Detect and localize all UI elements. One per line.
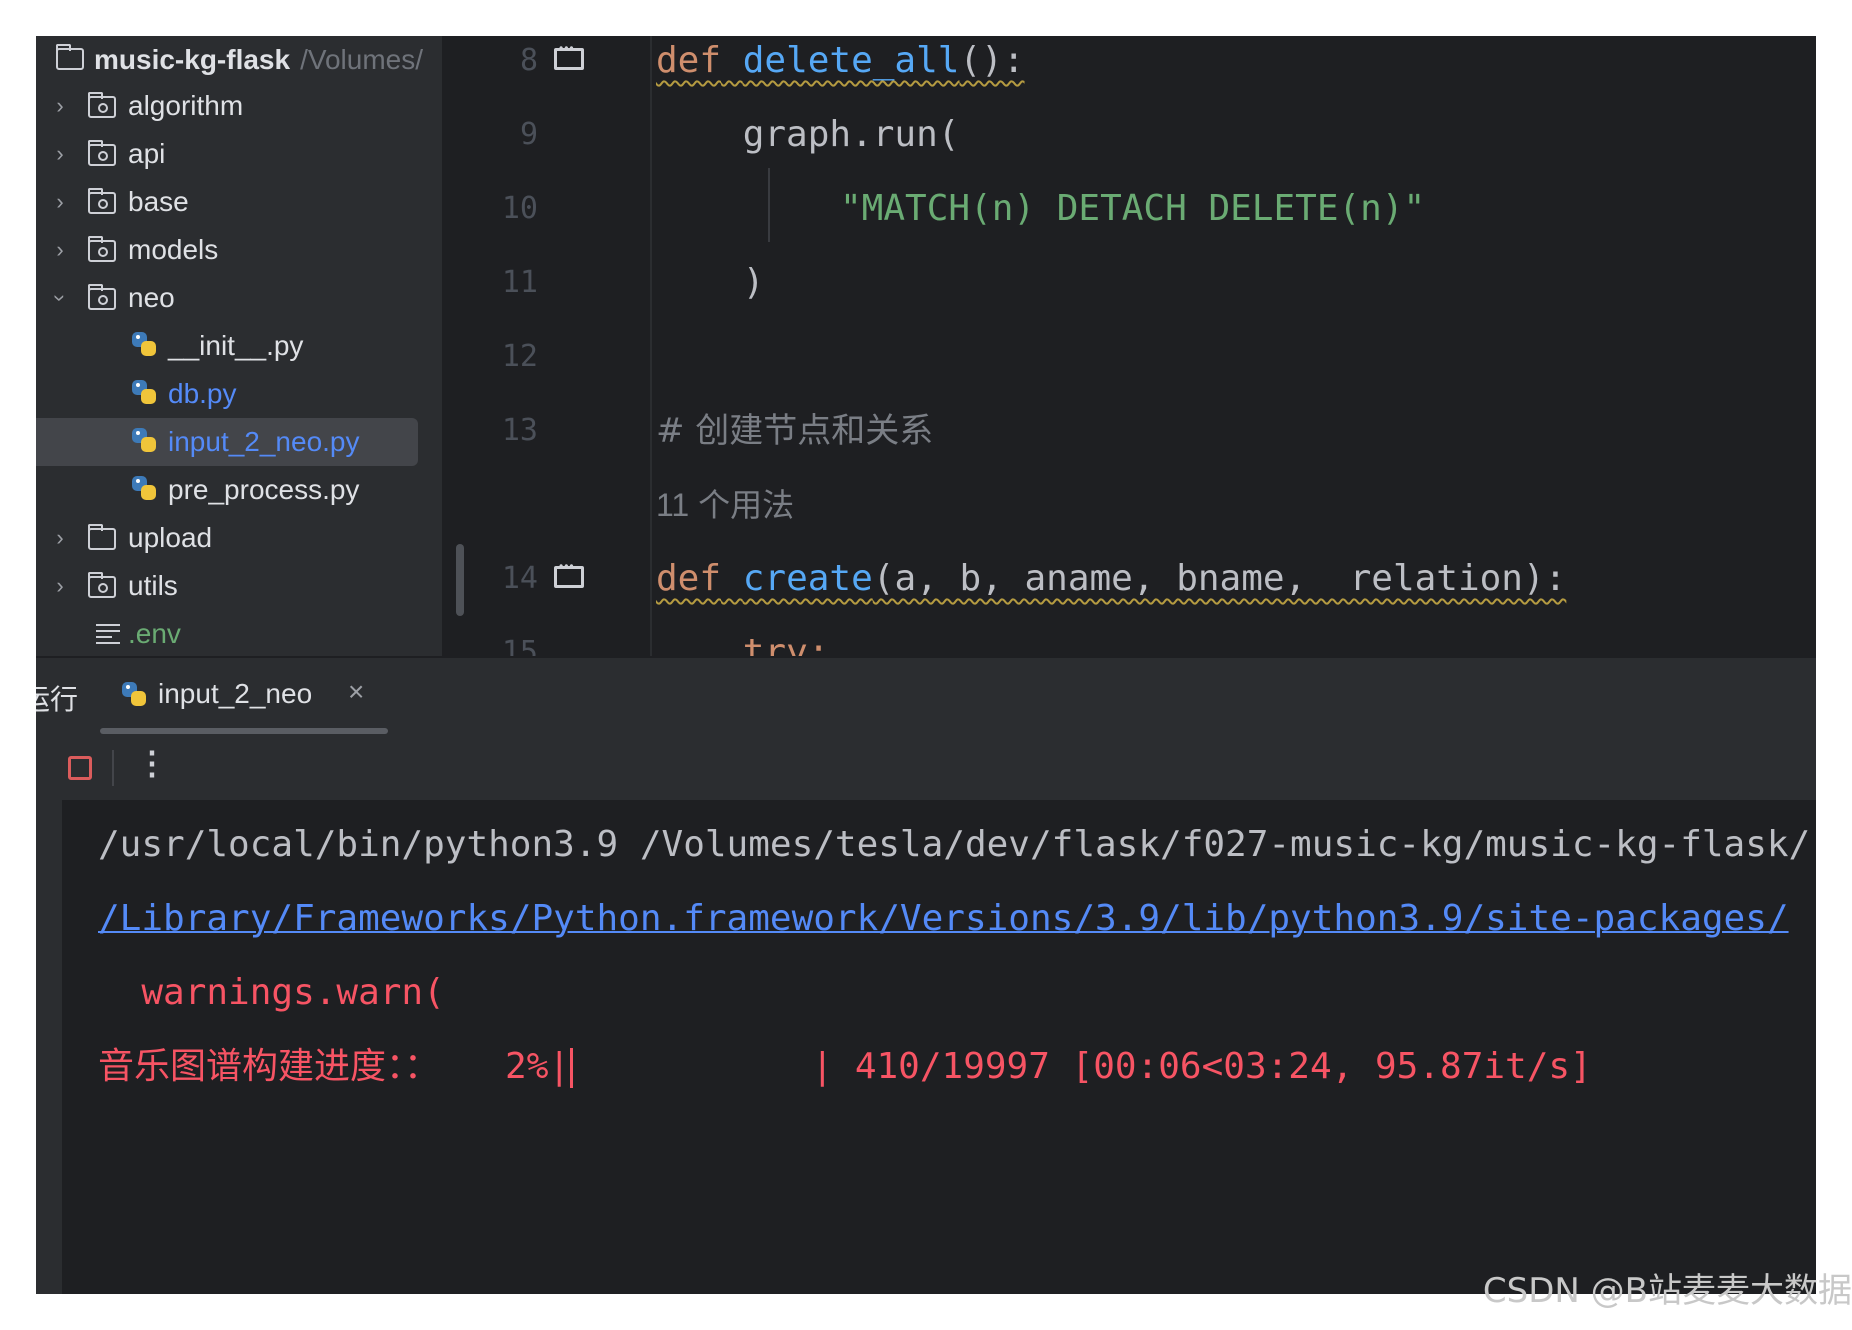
package-folder-icon <box>88 140 116 166</box>
tree-item-label: api <box>128 138 166 169</box>
run-tool-window-header: 运行 input_2_neo × <box>36 656 1816 738</box>
tree-item-neo[interactable]: › neo <box>36 274 442 322</box>
tree-item-label: algorithm <box>128 90 244 121</box>
package-folder-icon <box>88 572 116 598</box>
line-number: 10 <box>501 191 538 226</box>
tree-item-label: base <box>128 186 189 217</box>
tree-item-api[interactable]: › api <box>36 130 442 178</box>
python-file-icon <box>132 332 158 358</box>
console-line-progress: 音乐图谱构建进度：： 2%| | 410/19997 [00:06<03:24,… <box>98 1030 1592 1104</box>
project-root-name: music-kg-flask <box>94 44 291 75</box>
tree-item-models[interactable]: › models <box>36 226 442 274</box>
tree-item-label: neo <box>128 282 175 313</box>
line-number: 12 <box>501 339 538 374</box>
project-root[interactable]: music-kg-flask/Volumes/ <box>36 36 442 84</box>
tree-item-pre-process-py[interactable]: pre_process.py <box>36 466 442 514</box>
chevron-right-icon[interactable]: › <box>48 93 72 119</box>
tree-item-env[interactable]: .env <box>36 610 442 656</box>
tree-item-label: __init__.py <box>168 330 304 361</box>
folder-icon <box>88 524 116 550</box>
tree-item-base[interactable]: › base <box>36 178 442 226</box>
progress-label: 音乐图谱构建进度：： <box>98 1046 441 1087</box>
line-number: 13 <box>501 413 538 448</box>
python-file-icon <box>132 380 158 406</box>
python-file-icon <box>132 476 158 502</box>
tree-item-db-py[interactable]: db.py <box>36 370 442 418</box>
gutter-separator <box>650 36 652 656</box>
code-line-8: def delete_all(): <box>656 36 1025 98</box>
stop-icon[interactable] <box>68 756 92 780</box>
tree-item-label: models <box>128 234 219 265</box>
tree-item-init-py[interactable]: __init__.py <box>36 322 442 370</box>
folder-icon <box>56 44 84 70</box>
console-line-command: /usr/local/bin/python3.9 /Volumes/tesla/… <box>98 824 1811 865</box>
code-line-9: graph.run( <box>656 114 960 155</box>
tree-item-label: pre_process.py <box>168 474 360 505</box>
watermark: CSDN @B站麦麦大数据 <box>1482 1271 1852 1311</box>
python-file-icon <box>132 428 158 454</box>
code-line-8-text: def delete_all(): <box>656 40 1025 81</box>
code-line-14-text: def create(a, b, aname, bname, relation)… <box>656 558 1567 599</box>
tree-item-label: input_2_neo.py <box>168 426 360 457</box>
toolbar-divider <box>112 750 114 786</box>
chevron-right-icon[interactable]: › <box>48 141 72 167</box>
code-line-15: try: <box>656 632 830 656</box>
run-tab-label[interactable]: input_2_neo <box>158 678 312 710</box>
project-tree: music-kg-flask/Volumes/ › algorithm › ap… <box>36 36 442 656</box>
tree-item-label: utils <box>128 570 178 601</box>
tree-item-upload[interactable]: › upload <box>36 514 442 562</box>
tree-item-algorithm[interactable]: › algorithm <box>36 82 442 130</box>
progress-percent: 2%| <box>440 1046 571 1087</box>
method-gutter-icon[interactable] <box>554 41 584 70</box>
chevron-down-icon[interactable]: › <box>47 286 73 310</box>
tree-item-label: db.py <box>168 378 237 409</box>
line-number: 8 <box>519 43 538 78</box>
code-line-11: ) <box>656 262 765 303</box>
change-marker <box>456 544 464 616</box>
line-number: 15 <box>501 635 538 656</box>
package-folder-icon <box>88 284 116 310</box>
package-folder-icon <box>88 236 116 262</box>
indent-guide <box>768 168 770 242</box>
code-editor[interactable]: 8 9 10 11 12 13 14 15 def delete_all(): … <box>442 36 1816 656</box>
line-number: 9 <box>519 117 538 152</box>
python-file-icon <box>122 682 148 708</box>
text-file-icon <box>96 624 120 644</box>
code-line-14: def create(a, b, aname, bname, relation)… <box>656 542 1566 616</box>
line-number: 11 <box>501 265 538 300</box>
tree-item-label: upload <box>128 522 213 553</box>
console-side-strip <box>36 800 62 1294</box>
chevron-right-icon[interactable]: › <box>48 525 72 551</box>
tree-item-utils[interactable]: › utils <box>36 562 442 610</box>
project-root-path: /Volumes/ <box>300 44 424 75</box>
chevron-right-icon[interactable]: › <box>48 573 72 599</box>
chevron-right-icon[interactable]: › <box>48 237 72 263</box>
code-line-13-comment: # 创建节点和关系 <box>656 411 934 451</box>
more-options-icon[interactable]: ⋮ <box>136 744 168 782</box>
package-folder-icon <box>88 188 116 214</box>
close-icon[interactable]: × <box>348 676 364 708</box>
usage-hint[interactable]: 11 个用法 <box>656 468 794 542</box>
run-panel-title: 运行 <box>36 684 79 715</box>
ide-window: music-kg-flask/Volumes/ › algorithm › ap… <box>36 36 1816 1294</box>
method-gutter-icon[interactable] <box>554 559 584 588</box>
tree-item-input-2-neo-py[interactable]: input_2_neo.py <box>36 418 442 466</box>
package-folder-icon <box>88 92 116 118</box>
active-tab-indicator <box>100 728 388 734</box>
console-line-warning: warnings.warn( <box>98 972 445 1013</box>
progress-stats: | 410/19997 [00:06<03:24, 95.87it/s] <box>573 1046 1592 1087</box>
chevron-right-icon[interactable]: › <box>48 189 72 215</box>
code-line-10: "MATCH(n) DETACH DELETE(n)" <box>840 188 1426 229</box>
console-line-path-link[interactable]: /Library/Frameworks/Python.framework/Ver… <box>98 882 1789 956</box>
tree-item-label: .env <box>128 618 181 649</box>
run-toolbar: ⋮ <box>36 736 1816 800</box>
